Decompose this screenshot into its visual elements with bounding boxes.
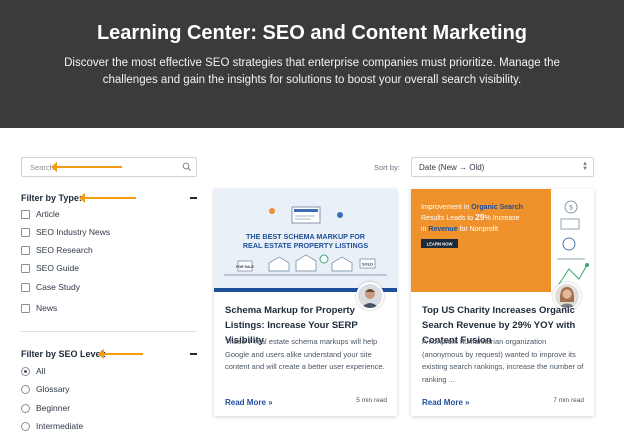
collapse-type-icon[interactable]	[190, 197, 197, 199]
read-time: 7 min read	[553, 397, 584, 404]
checkbox[interactable]	[21, 209, 30, 219]
radio[interactable]	[21, 421, 30, 431]
article-card[interactable]: Improvement in Organic Search Results Le…	[411, 189, 594, 416]
article-card[interactable]: THE BEST SCHEMA MARKUP FOR REAL ESTATE P…	[214, 189, 397, 416]
filter-option-article[interactable]: Article	[21, 209, 60, 219]
checkbox[interactable]	[21, 282, 30, 292]
level-option-glossary[interactable]: Glossary	[21, 384, 70, 394]
sort-label: Sort by:	[374, 163, 400, 172]
filter-option-news[interactable]: News	[21, 303, 57, 313]
checkbox[interactable]	[21, 245, 30, 255]
svg-text:in Revenue for Nonprofit: in Revenue for Nonprofit	[421, 226, 498, 233]
checkbox[interactable]	[21, 263, 30, 273]
filter-type-title: Filter by Type:	[21, 193, 82, 203]
annotation-arrow	[51, 162, 122, 172]
page-subtitle: Discover the most effective SEO strategi…	[64, 57, 560, 86]
filter-option-seo-industry-news[interactable]: SEO Industry News	[21, 227, 110, 237]
level-option-beginner[interactable]: Beginner	[21, 403, 70, 413]
checkbox[interactable]	[21, 227, 30, 237]
read-more-link[interactable]: Read More »	[225, 398, 273, 407]
collapse-level-icon[interactable]	[190, 353, 197, 355]
level-option-all[interactable]: All	[21, 366, 45, 376]
checkbox[interactable]	[21, 303, 30, 313]
svg-text:Improvement in Organic Search: Improvement in Organic Search	[421, 204, 523, 211]
level-option-intermediate[interactable]: Intermediate	[21, 421, 83, 431]
sort-value: Date (New → Old)	[419, 163, 485, 172]
page-title: Learning Center: SEO and Content Marketi…	[96, 22, 528, 44]
read-time: 5 min read	[356, 397, 387, 404]
card-excerpt: A nonprofit humanitarian organization (a…	[422, 337, 584, 384]
radio-selected[interactable]	[21, 366, 30, 376]
radio[interactable]	[21, 384, 30, 394]
annotation-arrow	[98, 349, 143, 359]
radio[interactable]	[21, 403, 30, 413]
search-icon[interactable]	[182, 162, 192, 172]
select-caret-icon: ▲ ▼	[582, 161, 588, 172]
card-image[interactable]: Improvement in Organic Search Results Le…	[411, 189, 594, 292]
sort-select[interactable]: Date (New → Old) ▲ ▼	[411, 157, 594, 177]
svg-text:LEARN NOW: LEARN NOW	[427, 242, 453, 247]
read-more-link[interactable]: Read More »	[422, 398, 470, 407]
card-excerpt: These 7 real estate schema markups will …	[225, 337, 385, 371]
filter-level-title: Filter by SEO Level:	[21, 349, 107, 359]
filter-option-seo-research[interactable]: SEO Research	[21, 245, 93, 255]
filter-option-case-study[interactable]: Case Study	[21, 282, 80, 292]
svg-text:REAL ESTATE PROPERTY LISTINGS: REAL ESTATE PROPERTY LISTINGS	[243, 241, 368, 250]
filter-option-seo-guide[interactable]: SEO Guide	[21, 263, 79, 273]
card-image[interactable]: THE BEST SCHEMA MARKUP FOR REAL ESTATE P…	[214, 189, 397, 292]
svg-text:SOLD: SOLD	[362, 262, 373, 267]
schema-illustration: THE BEST SCHEMA MARKUP FOR REAL ESTATE P…	[214, 189, 397, 292]
svg-text:FOR SALE: FOR SALE	[236, 265, 254, 269]
filter-divider	[21, 331, 197, 332]
case-study-illustration: Improvement in Organic Search Results Le…	[411, 189, 594, 292]
hero-banner: Learning Center: SEO and Content Marketi…	[0, 0, 624, 128]
annotation-arrow	[79, 193, 136, 203]
svg-text:THE BEST SCHEMA MARKUP FOR: THE BEST SCHEMA MARKUP FOR	[246, 232, 366, 241]
